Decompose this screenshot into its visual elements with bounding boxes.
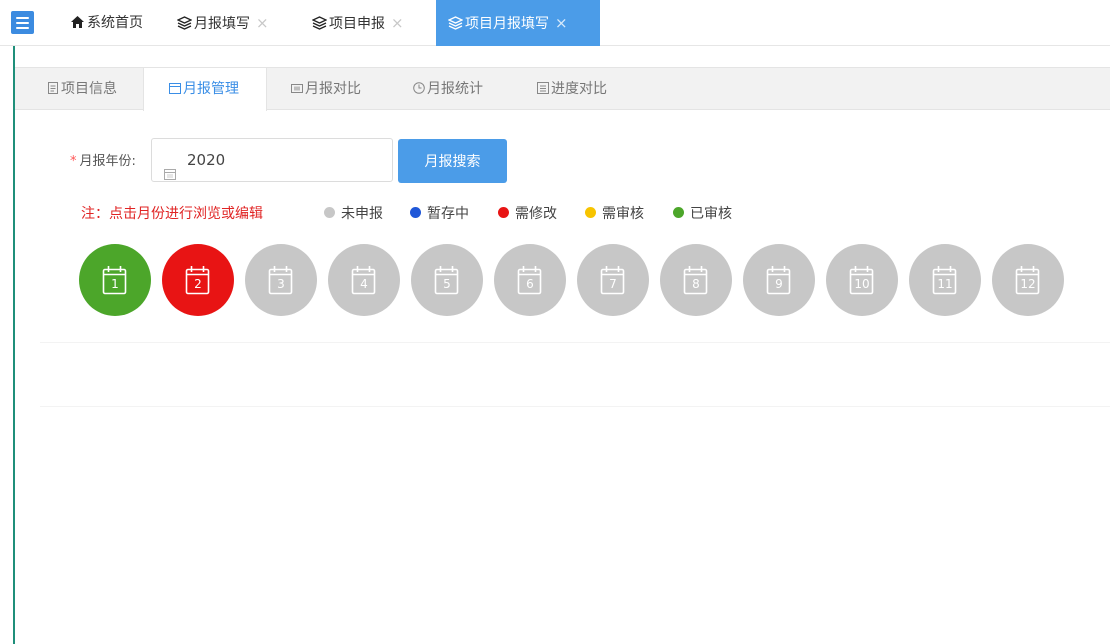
tab-label: 月报填写 bbox=[194, 16, 250, 32]
legend-item-unsubmitted: 未申报 bbox=[324, 203, 383, 223]
tab-label: 项目申报 bbox=[329, 16, 385, 32]
month-number: 7 bbox=[609, 277, 617, 291]
month-button-2[interactable]: 2 bbox=[162, 244, 234, 316]
legend-item-approved: 已审核 bbox=[673, 203, 732, 223]
month-button-9[interactable]: 9 bbox=[743, 244, 815, 316]
legend-label: 未申报 bbox=[341, 206, 383, 222]
subtab-label: 月报管理 bbox=[183, 81, 239, 97]
month-button-12[interactable]: 12 bbox=[992, 244, 1064, 316]
legend-item-pending-review: 需审核 bbox=[585, 203, 644, 223]
tab-project-application[interactable]: 项目申报 × bbox=[311, 0, 404, 46]
subtab-progress-compare[interactable]: 进度对比 bbox=[537, 68, 607, 110]
legend-item-needs-change: 需修改 bbox=[498, 203, 557, 223]
month-button-11[interactable]: 11 bbox=[909, 244, 981, 316]
calendar-icon bbox=[164, 154, 176, 180]
subtab-monthly-report-compare[interactable]: 月报对比 bbox=[291, 68, 361, 110]
legend-item-draft: 暂存中 bbox=[410, 203, 469, 223]
legend-label: 需修改 bbox=[515, 206, 557, 222]
month-number: 9 bbox=[775, 277, 783, 291]
month-button-4[interactable]: 4 bbox=[328, 244, 400, 316]
month-number: 5 bbox=[443, 277, 451, 291]
year-input[interactable]: 2020 bbox=[151, 138, 393, 182]
required-mark: * bbox=[70, 154, 77, 169]
month-number: 8 bbox=[692, 277, 700, 291]
legend-label: 暂存中 bbox=[427, 206, 469, 222]
year-field-label: * 月报年份: bbox=[70, 150, 136, 169]
year-label-text: 月报年份: bbox=[79, 154, 136, 169]
month-number: 6 bbox=[526, 277, 534, 291]
tab-label: 系统首页 bbox=[87, 15, 143, 31]
year-input-value: 2020 bbox=[187, 151, 226, 169]
layers-icon bbox=[176, 3, 193, 30]
subtab-label: 月报统计 bbox=[427, 81, 483, 97]
status-dot bbox=[410, 207, 421, 218]
hamburger-menu-icon[interactable] bbox=[11, 11, 34, 34]
hint-note: 注：点击月份进行浏览或编辑 bbox=[81, 206, 263, 222]
subtab-label: 项目信息 bbox=[61, 81, 117, 97]
status-dot bbox=[585, 207, 596, 218]
month-number: 3 bbox=[277, 277, 285, 291]
month-button-8[interactable]: 8 bbox=[660, 244, 732, 316]
status-dot bbox=[673, 207, 684, 218]
status-dot bbox=[498, 207, 509, 218]
document-icon bbox=[47, 69, 59, 94]
month-number: 12 bbox=[1020, 277, 1036, 291]
layers-icon bbox=[311, 3, 328, 30]
subtab-label: 月报对比 bbox=[305, 81, 361, 97]
month-button-7[interactable]: 7 bbox=[577, 244, 649, 316]
close-icon[interactable]: × bbox=[555, 14, 568, 32]
tab-project-monthly-report-fill[interactable]: 项目月报填写 × bbox=[436, 0, 600, 46]
progress-icon bbox=[537, 69, 549, 94]
divider bbox=[40, 342, 1110, 343]
month-number: 1 bbox=[111, 277, 119, 291]
tab-system-home[interactable]: 系统首页 bbox=[70, 0, 143, 46]
month-button-5[interactable]: 5 bbox=[411, 244, 483, 316]
calendar-icon bbox=[169, 69, 181, 94]
home-icon bbox=[70, 2, 85, 28]
legend-label: 需审核 bbox=[602, 206, 644, 222]
content-frame bbox=[13, 46, 1110, 644]
month-button-10[interactable]: 10 bbox=[826, 244, 898, 316]
tab-monthly-report-fill[interactable]: 月报填写 × bbox=[176, 0, 269, 46]
month-button-3[interactable]: 3 bbox=[245, 244, 317, 316]
close-icon[interactable]: × bbox=[391, 14, 404, 32]
close-icon[interactable]: × bbox=[256, 14, 269, 32]
month-button-6[interactable]: 6 bbox=[494, 244, 566, 316]
month-number: 11 bbox=[937, 277, 953, 291]
compare-icon bbox=[291, 69, 303, 93]
status-dot bbox=[324, 207, 335, 218]
tab-label: 项目月报填写 bbox=[465, 16, 549, 32]
divider bbox=[40, 406, 1110, 407]
subtab-monthly-report-statistics[interactable]: 月报统计 bbox=[413, 68, 483, 110]
month-number: 4 bbox=[360, 277, 368, 291]
layers-icon bbox=[447, 3, 464, 30]
top-tab-bar: 系统首页 月报填写 × 项目申报 × 项目月报填写 × bbox=[0, 0, 1110, 46]
subtab-project-info[interactable]: 项目信息 bbox=[47, 68, 117, 110]
month-button-1[interactable]: 1 bbox=[79, 244, 151, 316]
subtab-monthly-report-management[interactable]: 月报管理 bbox=[143, 68, 267, 111]
clock-icon bbox=[413, 69, 425, 94]
month-number: 10 bbox=[854, 277, 870, 291]
month-number: 2 bbox=[194, 277, 202, 291]
legend-label: 已审核 bbox=[690, 206, 732, 222]
subtab-label: 进度对比 bbox=[551, 81, 607, 97]
monthly-report-search-button[interactable]: 月报搜索 bbox=[398, 139, 507, 183]
sub-tab-bar: 项目信息 月报管理 月报对比 月报统计 进度对比 bbox=[15, 67, 1110, 111]
